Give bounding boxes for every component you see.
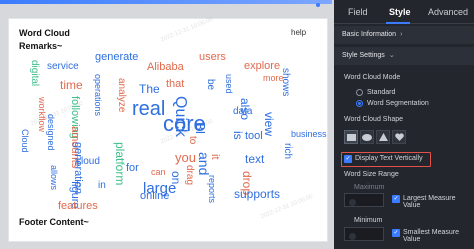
cloud-word: shows (280, 68, 291, 97)
word-cloud-shape-label: Word Cloud Shape (344, 116, 404, 123)
cloud-word: digital (29, 60, 40, 87)
cloud-word: cloud (76, 156, 100, 167)
gear-icon (349, 233, 356, 240)
cloud-word: designed (46, 114, 56, 151)
cloud-word: time (60, 78, 83, 92)
card-corner-dot (316, 3, 320, 7)
cloud-word: supports (234, 187, 281, 201)
cloud-word: to (187, 136, 198, 145)
section-label: Basic Information (342, 31, 397, 38)
cloud-word: text (245, 152, 265, 166)
tab-field[interactable]: Field (348, 7, 368, 17)
active-tab-indicator (386, 22, 410, 24)
cloud-word: drag (184, 165, 195, 186)
cloud-word: reports (207, 175, 217, 204)
chevron-right-icon: › (400, 31, 403, 38)
cloud-word: data (233, 106, 253, 117)
cloud-word: in (98, 180, 106, 191)
cloud-word: real (132, 98, 166, 120)
display-vertical-label[interactable]: Display Text Vertically (355, 155, 423, 162)
cloud-word: users (199, 51, 226, 63)
cloud-word: is (231, 131, 245, 140)
shape-rectangle-button[interactable] (344, 130, 358, 144)
word-cloud-card: Word Cloud help Remarks~ 2022-12-31 10:0… (8, 17, 328, 242)
minimum-label: Minimum (354, 217, 383, 224)
cloud-word: Alibaba (147, 61, 184, 73)
shape-heart-button[interactable] (392, 130, 406, 144)
tab-advanced[interactable]: Advanced (428, 7, 468, 17)
display-vertical-checkbox[interactable]: ✓ (344, 155, 352, 163)
cloud-word: online (140, 190, 170, 202)
checkmark-icon: ✓ (393, 230, 399, 236)
shape-ellipse-button[interactable] (360, 130, 374, 144)
cloud-word: operations (93, 74, 103, 117)
cloud-word: you (175, 150, 196, 165)
rectangle-icon (346, 133, 356, 141)
cloud-word: rich (282, 143, 293, 160)
cloud-word: be (205, 79, 216, 91)
gear-icon (349, 199, 356, 206)
cloud-word: service (47, 61, 79, 72)
word-cloud: generate users service Alibaba explore digita… (9, 19, 327, 241)
checkmark-icon: ✓ (393, 196, 399, 202)
triangle-icon (378, 133, 388, 141)
panel-tabs: Field Style Advanced (334, 0, 474, 24)
cloud-word: generate (95, 51, 139, 63)
cloud-word: it (209, 154, 221, 160)
cloud-word: BI (193, 122, 208, 135)
cloud-word: used (224, 74, 234, 94)
word-cloud-mode-label: Word Cloud Mode (344, 74, 401, 81)
tab-style[interactable]: Style (389, 7, 411, 17)
radio-standard-label[interactable]: Standard (367, 89, 395, 96)
app-root: Word Cloud help Remarks~ 2022-12-31 10:0… (0, 0, 474, 249)
cloud-word: analyze (116, 78, 127, 113)
heart-icon (394, 133, 404, 141)
cloud-word: features (58, 200, 98, 212)
ellipse-icon (362, 133, 372, 141)
word-size-range-label: Word Size Range (344, 171, 399, 178)
cloud-word: explore (244, 60, 281, 72)
chevron-down-icon: ⌄ (388, 52, 395, 59)
cloud-word: The (139, 82, 160, 96)
settings-panel: Field Style Advanced Basic Information › … (334, 0, 474, 249)
largest-measure-checkbox[interactable]: ✓ (392, 195, 400, 203)
radio-standard[interactable] (356, 89, 363, 96)
cloud-word: platform (113, 142, 127, 186)
shape-triangle-button[interactable] (376, 130, 390, 144)
cloud-word: business (291, 129, 327, 139)
radio-word-segmentation[interactable] (356, 100, 363, 107)
section-basic-information[interactable]: Basic Information › (334, 26, 474, 44)
smallest-measure-checkbox[interactable]: ✓ (392, 229, 400, 237)
checkmark-icon: ✓ (345, 156, 351, 162)
cloud-word: allows (49, 165, 59, 191)
largest-measure-label[interactable]: Largest Measure Value (403, 195, 474, 209)
cloud-word: that (166, 78, 185, 90)
cloud-word: can (151, 167, 166, 177)
radio-word-segmentation-label[interactable]: Word Segmentation (367, 100, 429, 107)
cloud-word: Cloud (20, 129, 30, 153)
shape-selector (344, 130, 406, 146)
section-label: Style Settings (342, 52, 385, 59)
maximum-label: Maximum (354, 184, 385, 191)
section-style-settings[interactable]: Style Settings ⌄ (334, 47, 474, 65)
smallest-measure-label[interactable]: Smallest Measure Value (403, 229, 474, 243)
cloud-word: for (126, 162, 139, 174)
cloud-word: workflow (37, 97, 47, 133)
card-top-stripe (0, 0, 332, 4)
card-footer: Footer Content~ (19, 217, 89, 227)
cloud-word: view (262, 112, 276, 137)
cloud-word: tool (245, 130, 263, 142)
